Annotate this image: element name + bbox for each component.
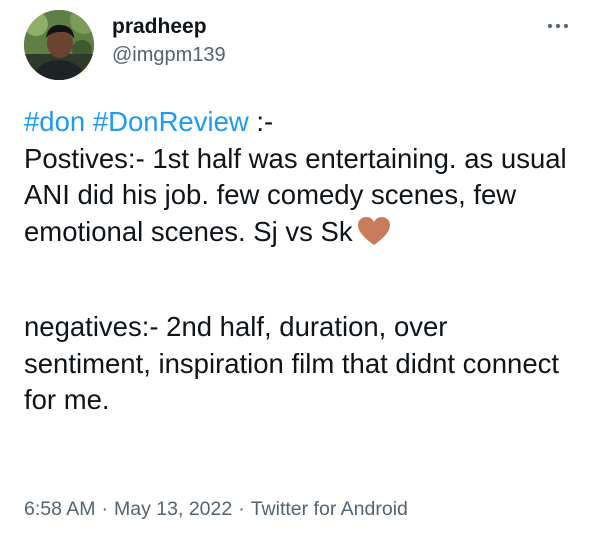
tweet-time[interactable]: 6:58 AM <box>24 498 96 520</box>
tweet-date[interactable]: May 13, 2022 <box>114 498 232 520</box>
more-dot <box>548 24 552 28</box>
hashtag-link[interactable]: #DonReview <box>93 106 249 137</box>
avatar[interactable] <box>24 10 94 80</box>
user-handle[interactable]: @imgpm139 <box>112 42 226 68</box>
more-dot <box>564 24 568 28</box>
tweet-text: #don #DonReview :- Postives:- 1st half w… <box>24 104 580 419</box>
more-options-icon[interactable] <box>540 12 576 40</box>
tweet-source[interactable]: Twitter for Android <box>251 498 408 520</box>
tweet-header: pradheep @imgpm139 <box>24 10 576 80</box>
avatar-image <box>24 10 94 80</box>
hashtag-suffix: :- <box>248 106 274 137</box>
more-dot <box>556 24 560 28</box>
negatives-text: negatives:- 2nd half, duration, over sen… <box>24 311 560 415</box>
hashtag-link[interactable]: #don <box>24 106 85 137</box>
tweet-card: pradheep @imgpm139 #don #DonReview :- Po… <box>0 0 600 544</box>
user-names: pradheep @imgpm139 <box>112 14 226 68</box>
heart-icon <box>357 216 391 256</box>
tweet-line-hashtags: #don #DonReview :- <box>24 104 580 141</box>
negatives-paragraph: negatives:- 2nd half, duration, over sen… <box>24 309 580 419</box>
positives-paragraph: Postives:- 1st half was entertaining. as… <box>24 141 580 256</box>
meta-separator: · <box>101 498 109 520</box>
tweet-meta: 6:58 AM · May 13, 2022 · Twitter for Android <box>24 496 408 522</box>
meta-separator: · <box>238 498 245 520</box>
positives-text: Postives:- 1st half was entertaining. as… <box>24 142 567 247</box>
display-name[interactable]: pradheep <box>112 14 226 40</box>
